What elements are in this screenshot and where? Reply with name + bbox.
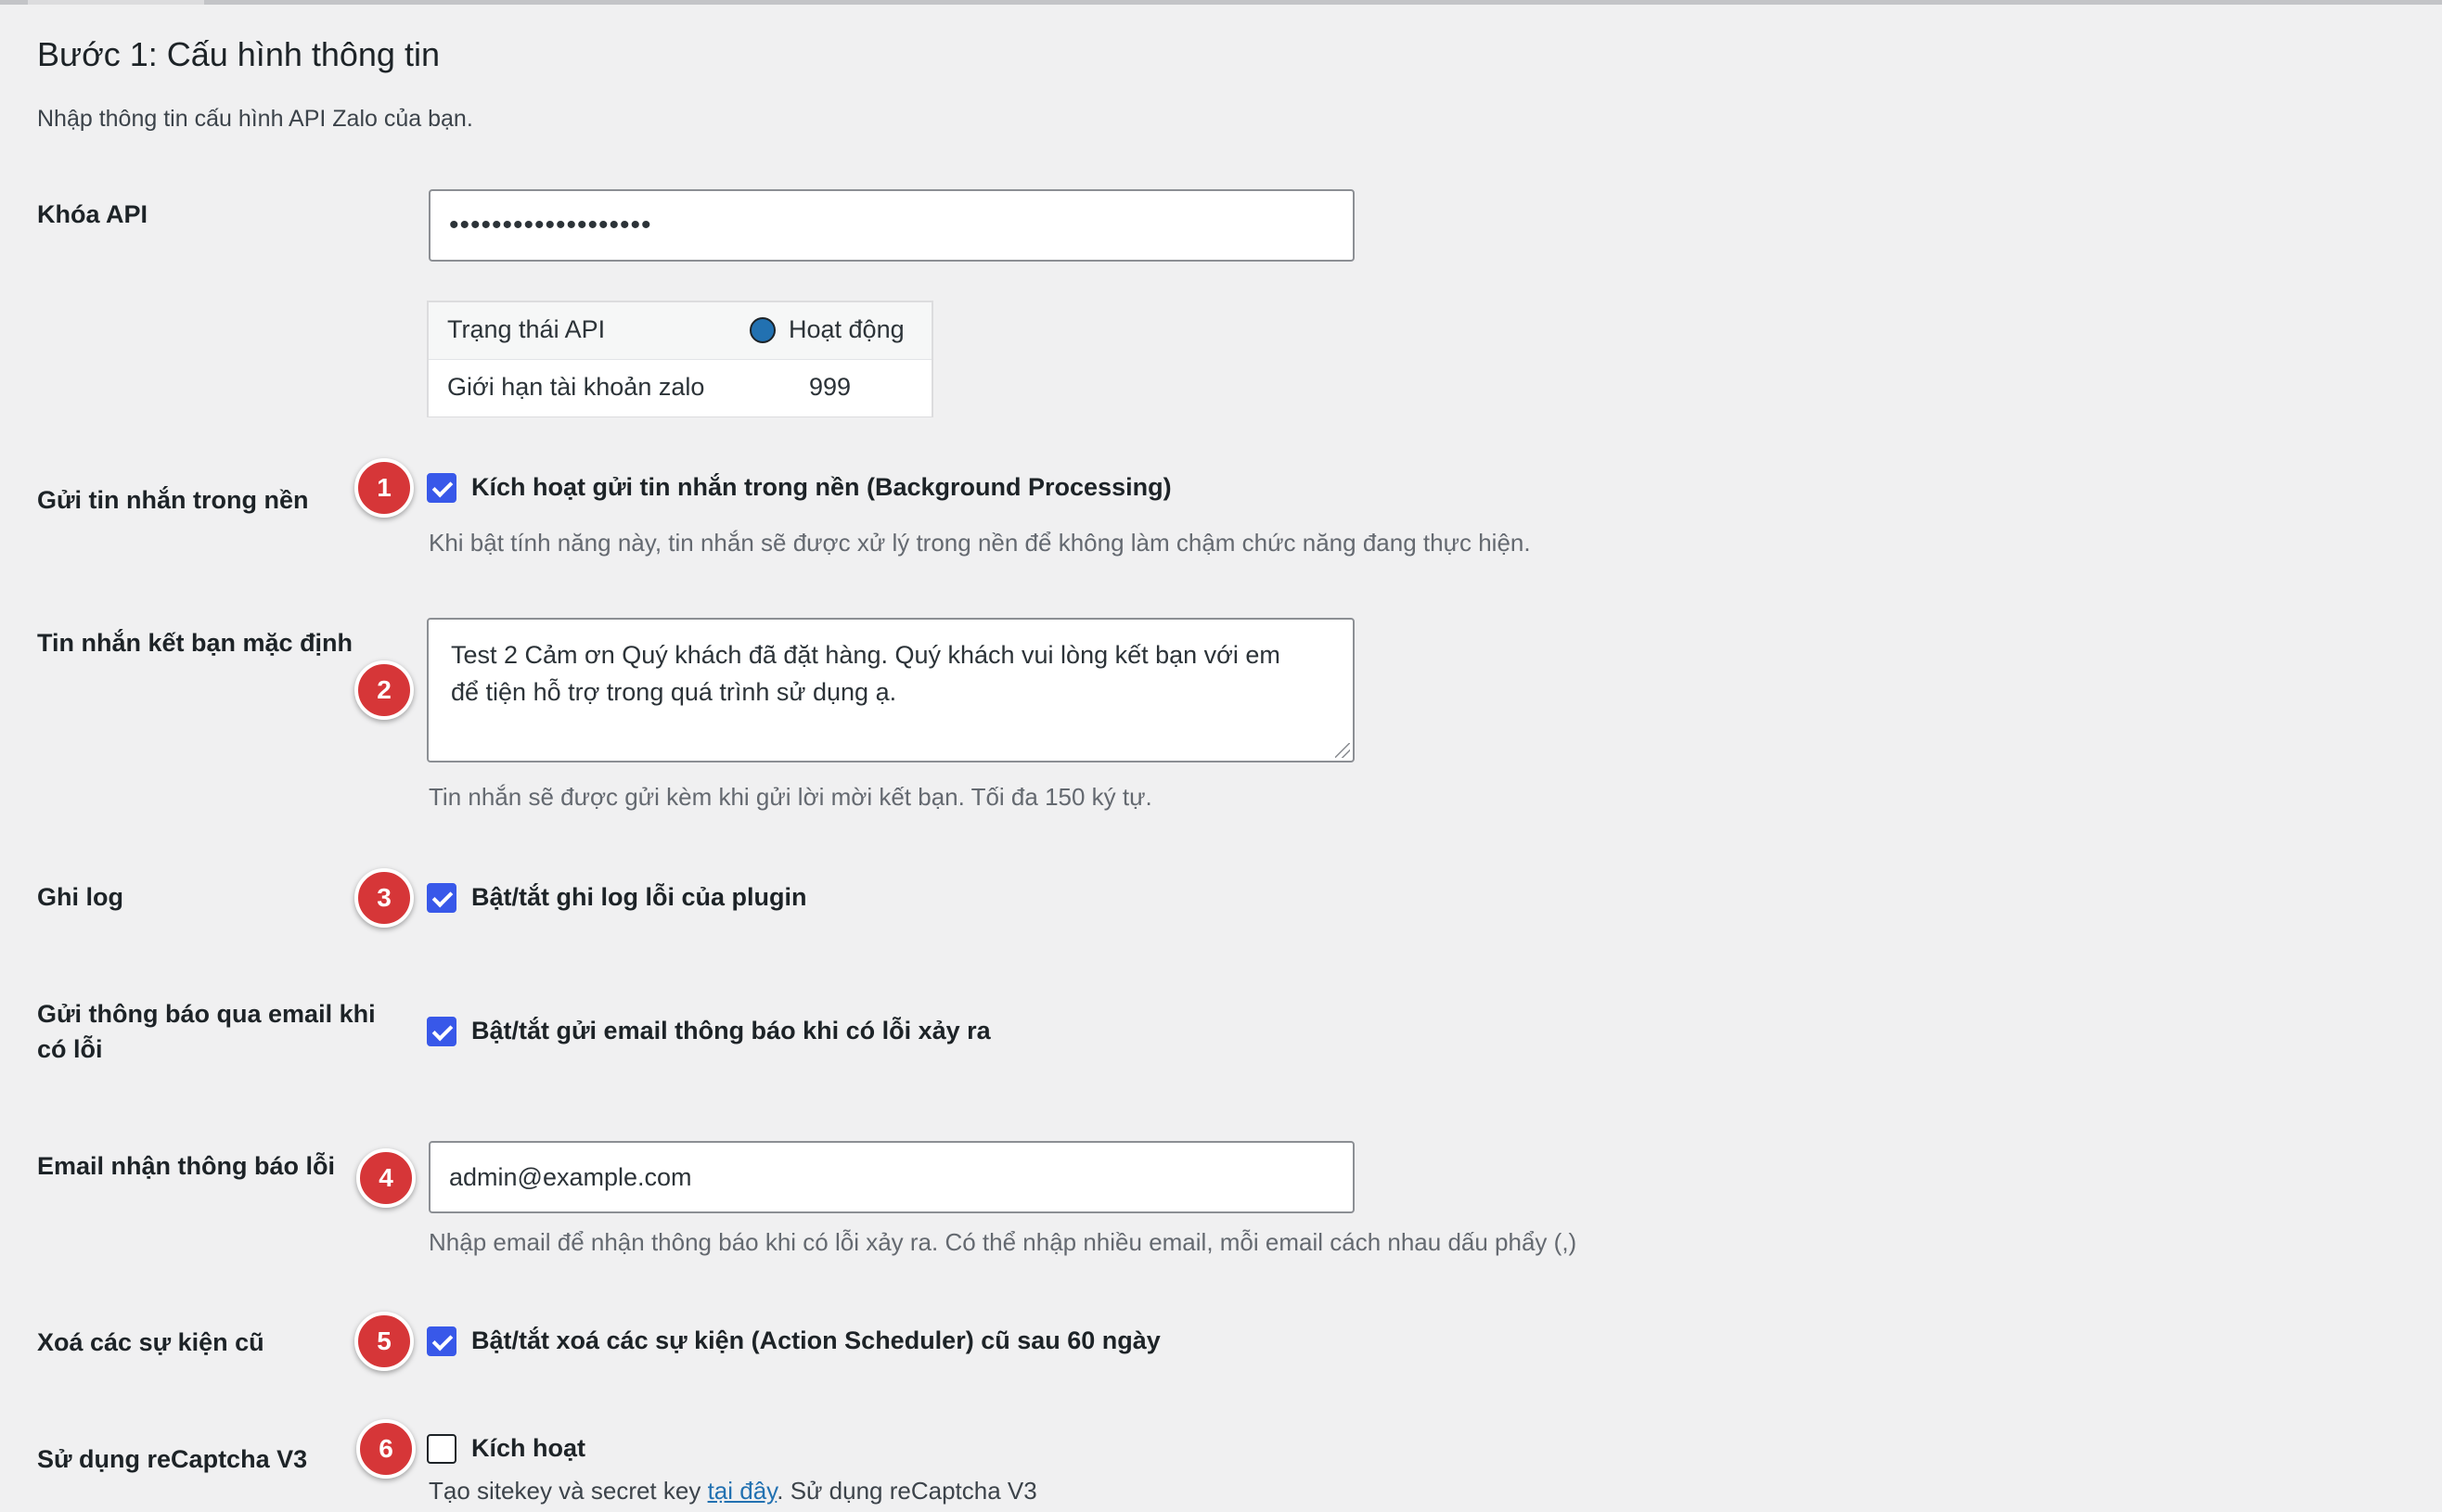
cleanup-label: Xoá các sự kiện cũ	[37, 1328, 264, 1356]
step-badge-3: 3	[354, 868, 414, 928]
email-notify-label: Gửi thông báo qua email khi có lỗi	[37, 996, 399, 1067]
recaptcha-label: Sử dụng reCaptcha V3	[37, 1445, 308, 1473]
cleanup-checkbox-label[interactable]: Bật/tắt xoá các sự kiện (Action Schedule…	[471, 1326, 1161, 1355]
error-email-input[interactable]: admin@example.com	[429, 1141, 1355, 1213]
account-limit-row: Giới hạn tài khoản zalo 999	[429, 360, 932, 416]
status-dot-icon	[750, 317, 776, 343]
recaptcha-link[interactable]: tại đây	[708, 1477, 778, 1505]
top-border	[0, 0, 2442, 5]
recaptcha-desc-suffix: . Sử dụng reCaptcha V3	[777, 1477, 1037, 1505]
error-email-description: Nhập email để nhận thông báo khi có lỗi …	[429, 1228, 1577, 1256]
logging-checkbox-label[interactable]: Bật/tắt ghi log lỗi của plugin	[471, 883, 806, 912]
error-email-label: Email nhận thông báo lỗi	[37, 1152, 335, 1180]
api-key-input[interactable]: •••••••••••••••••••	[429, 189, 1355, 262]
background-label: Gửi tin nhắn trong nền	[37, 486, 309, 514]
top-tab-indicator	[28, 0, 204, 5]
section-intro: Nhập thông tin cấu hình API Zalo của bạn…	[37, 106, 473, 132]
email-notify-checkbox[interactable]	[427, 1017, 456, 1046]
background-description: Khi bật tính năng này, tin nhắn sẽ được …	[429, 529, 1531, 557]
friend-message-text: Test 2 Cảm ơn Quý khách đã đặt hàng. Quý…	[451, 641, 1280, 706]
cleanup-checkbox[interactable]	[427, 1326, 456, 1356]
logging-checkbox[interactable]	[427, 883, 456, 913]
api-status-label: Trạng thái API	[447, 315, 606, 343]
api-status-row: Trạng thái API Hoạt động	[429, 302, 932, 360]
email-notify-checkbox-label[interactable]: Bật/tắt gửi email thông báo khi có lỗi x…	[471, 1017, 991, 1045]
step-badge-2: 2	[354, 660, 414, 720]
recaptcha-desc-prefix: Tạo sitekey và secret key	[429, 1477, 708, 1505]
friend-message-description: Tin nhắn sẽ được gửi kèm khi gửi lời mời…	[429, 783, 1152, 811]
recaptcha-description: Tạo sitekey và secret key tại đây. Sử dụ…	[429, 1477, 1037, 1506]
background-checkbox-label[interactable]: Kích hoạt gửi tin nhắn trong nền (Backgr…	[471, 473, 1172, 502]
account-limit-label: Giới hạn tài khoản zalo	[447, 373, 705, 401]
friend-message-textarea[interactable]: Test 2 Cảm ơn Quý khách đã đặt hàng. Quý…	[427, 618, 1355, 762]
step-badge-1: 1	[354, 458, 414, 518]
email-notify-label-line2: có lỗi	[37, 1035, 103, 1063]
email-notify-label-line1: Gửi thông báo qua email khi	[37, 1000, 376, 1028]
step-badge-4: 4	[356, 1148, 416, 1208]
api-key-label: Khóa API	[37, 200, 148, 228]
background-checkbox[interactable]	[427, 473, 456, 503]
resize-grip-icon[interactable]	[1335, 743, 1350, 758]
friend-message-label: Tin nhắn kết bạn mặc định	[37, 629, 353, 657]
recaptcha-checkbox-label[interactable]: Kích hoạt	[471, 1434, 585, 1463]
account-limit-value: 999	[809, 373, 852, 401]
recaptcha-checkbox[interactable]	[427, 1434, 456, 1464]
step-badge-5: 5	[354, 1312, 414, 1371]
api-status-table: Trạng thái API Hoạt động Giới hạn tài kh…	[427, 301, 933, 417]
logging-label: Ghi log	[37, 883, 123, 911]
step-badge-6: 6	[356, 1419, 416, 1479]
section-title: Bước 1: Cấu hình thông tin	[37, 35, 440, 73]
api-status-value: Hoạt động	[789, 315, 905, 343]
